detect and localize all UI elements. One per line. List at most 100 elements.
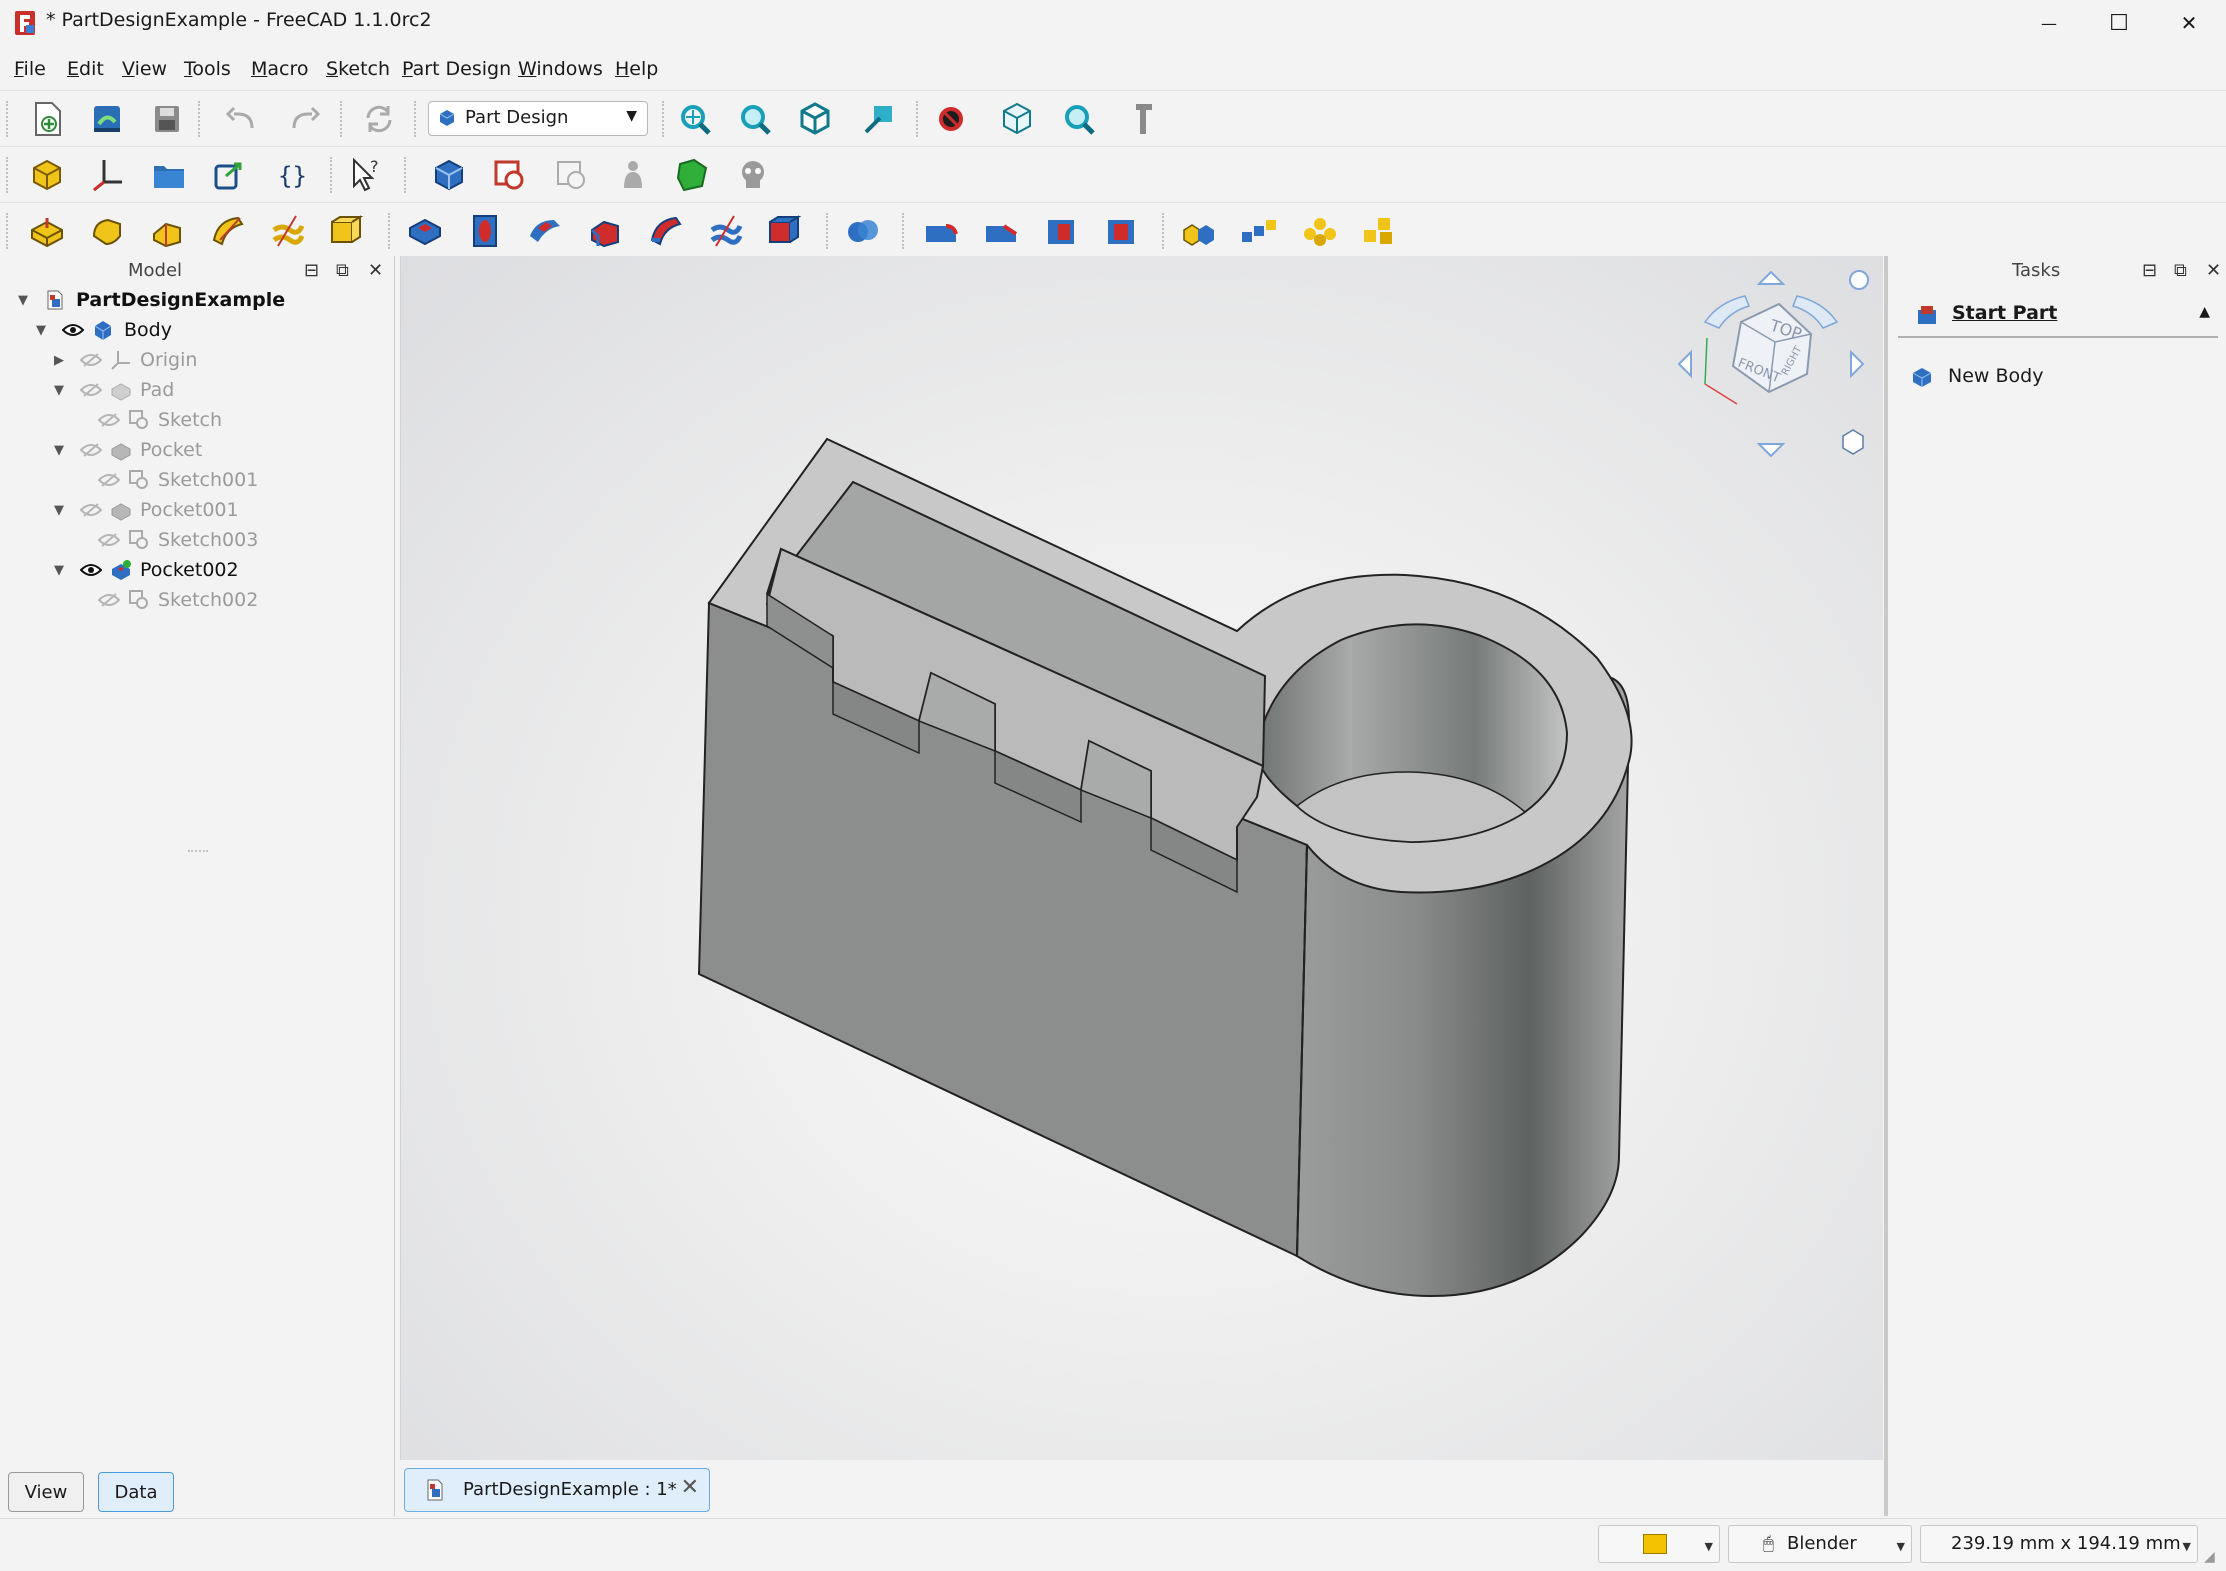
hole-icon[interactable]	[464, 210, 506, 252]
tab-view[interactable]: View	[8, 1472, 84, 1512]
nav-arrow-down-icon[interactable]	[1756, 443, 1786, 458]
hidden-eye-icon[interactable]	[80, 442, 102, 458]
part-3d-model[interactable]	[401, 256, 1883, 1460]
fit-selection-icon[interactable]	[734, 98, 776, 140]
pocket-icon[interactable]	[404, 210, 446, 252]
chamfer-icon[interactable]	[980, 210, 1022, 252]
document-tab[interactable]: PartDesignExample : 1* ✕	[404, 1468, 710, 1512]
tree-item-pad[interactable]: ▼ Pad	[0, 376, 390, 404]
menu-macro[interactable]: Macro	[251, 58, 309, 80]
isometric-view-icon[interactable]	[794, 98, 836, 140]
whats-this-icon[interactable]: ?	[346, 154, 388, 196]
menu-tools[interactable]: Tools	[184, 58, 231, 80]
nav-arrow-right-icon[interactable]	[1850, 349, 1865, 379]
tree-item-document[interactable]: ▼ PartDesignExample	[0, 286, 390, 314]
expand-arrow-icon[interactable]: ▼	[54, 443, 64, 458]
polar-pattern-icon[interactable]	[1298, 210, 1340, 252]
3d-viewport[interactable]: TOP FRONT RIGHT	[400, 256, 1883, 1460]
hidden-eye-icon[interactable]	[98, 592, 120, 608]
minimize-button[interactable]: —	[2014, 0, 2084, 46]
freecad-app-icon[interactable]	[14, 10, 36, 36]
save-document-icon[interactable]	[146, 98, 188, 140]
subtractive-primitive-icon[interactable]	[764, 210, 806, 252]
tree-item-sketch002[interactable]: Sketch002	[0, 586, 390, 614]
fillet-icon[interactable]	[920, 210, 962, 252]
shape-binder-icon[interactable]	[612, 154, 654, 196]
std-views-icon[interactable]	[996, 98, 1038, 140]
mirrored-icon[interactable]	[1178, 210, 1220, 252]
maximize-button[interactable]: ☐	[2084, 0, 2154, 46]
panel-close-icon[interactable]: ✕	[368, 260, 383, 281]
tree-item-sketch[interactable]: Sketch	[0, 406, 390, 434]
draft-icon[interactable]	[1040, 210, 1082, 252]
tab-data[interactable]: Data	[98, 1472, 174, 1512]
navigation-cube[interactable]: TOP FRONT RIGHT	[1671, 264, 1871, 464]
toolbar-grip[interactable]	[6, 101, 12, 137]
tree-item-sketch001[interactable]: Sketch001	[0, 466, 390, 494]
revolution-icon[interactable]	[86, 210, 128, 252]
splitter-handle[interactable]	[188, 850, 208, 854]
create-part-icon[interactable]	[26, 154, 68, 196]
open-document-icon[interactable]	[86, 98, 128, 140]
groove-icon[interactable]	[524, 210, 566, 252]
hidden-eye-icon[interactable]	[98, 412, 120, 428]
nav-isometric-icon[interactable]	[1842, 429, 1864, 455]
nav-arrow-up-icon[interactable]	[1756, 270, 1786, 285]
expand-arrow-icon[interactable]: ▼	[36, 323, 46, 338]
create-variable-set-icon[interactable]: {}	[272, 154, 314, 196]
navigation-style-selector[interactable]: 🖱 Blender ▼	[1728, 1525, 1912, 1563]
collapse-arrow-icon[interactable]: ▶	[54, 353, 64, 368]
visible-eye-icon[interactable]	[62, 322, 84, 338]
toolbar-grip[interactable]	[6, 157, 12, 193]
boolean-icon[interactable]	[842, 210, 884, 252]
zoom-icon[interactable]	[1058, 98, 1100, 140]
additive-primitive-icon[interactable]	[326, 210, 368, 252]
panel-close-icon[interactable]: ✕	[2206, 260, 2221, 281]
tree-item-origin[interactable]: ▶ Origin	[0, 346, 390, 374]
nav-arrow-left-icon[interactable]	[1677, 349, 1692, 379]
tree-item-pocket[interactable]: ▼ Pocket	[0, 436, 390, 464]
measure-tool-icon[interactable]	[1122, 98, 1164, 140]
create-link-icon[interactable]	[208, 154, 250, 196]
additive-pipe-icon[interactable]	[206, 210, 248, 252]
resize-grip[interactable]: ◢	[2204, 1549, 2215, 1565]
thickness-icon[interactable]	[1100, 210, 1142, 252]
tree-item-pocket002[interactable]: ▼ Pocket002	[0, 556, 390, 584]
linear-pattern-icon[interactable]	[1238, 210, 1280, 252]
fit-all-icon[interactable]	[674, 98, 716, 140]
hidden-eye-icon[interactable]	[80, 352, 102, 368]
create-sketch-icon[interactable]	[488, 154, 530, 196]
panel-float-icon[interactable]: ⧉	[336, 260, 349, 281]
subtractive-pipe-icon[interactable]	[644, 210, 686, 252]
clone-icon[interactable]	[732, 154, 774, 196]
workbench-selector[interactable]: Part Design ▼	[428, 101, 648, 136]
expand-arrow-icon[interactable]: ▼	[54, 383, 64, 398]
menu-part-design[interactable]: Part Design	[402, 58, 511, 80]
panel-undock-icon[interactable]: ⊟	[2142, 260, 2157, 281]
subtractive-loft-icon[interactable]	[584, 210, 626, 252]
additive-loft-icon[interactable]	[146, 210, 188, 252]
redo-icon[interactable]	[282, 98, 324, 140]
multi-transform-icon[interactable]	[1358, 210, 1400, 252]
refresh-icon[interactable]	[358, 98, 400, 140]
dimension-readout[interactable]: 239.19 mm x 194.19 mm ▼	[1920, 1525, 2198, 1563]
subshape-binder-icon[interactable]	[672, 154, 714, 196]
visible-eye-icon[interactable]	[80, 562, 102, 578]
hidden-eye-icon[interactable]	[80, 382, 102, 398]
menu-windows[interactable]: Windows	[518, 58, 603, 80]
additive-helix-icon[interactable]	[266, 210, 308, 252]
expand-arrow-icon[interactable]: ▼	[54, 563, 64, 578]
validate-sketch-icon[interactable]	[550, 154, 592, 196]
measure-distance-icon[interactable]	[858, 98, 900, 140]
draw-style-icon[interactable]	[930, 98, 972, 140]
panel-float-icon[interactable]: ⧉	[2174, 260, 2187, 281]
close-tab-icon[interactable]: ✕	[681, 1475, 699, 1500]
selection-color-picker[interactable]: ▼	[1598, 1525, 1720, 1563]
subtractive-helix-icon[interactable]	[704, 210, 746, 252]
hidden-eye-icon[interactable]	[80, 502, 102, 518]
create-group-icon[interactable]	[148, 154, 190, 196]
toolbar-grip[interactable]	[6, 213, 12, 249]
hidden-eye-icon[interactable]	[98, 472, 120, 488]
create-body-icon[interactable]	[428, 154, 470, 196]
start-part-section[interactable]: Start Part ▲	[1898, 298, 2218, 338]
